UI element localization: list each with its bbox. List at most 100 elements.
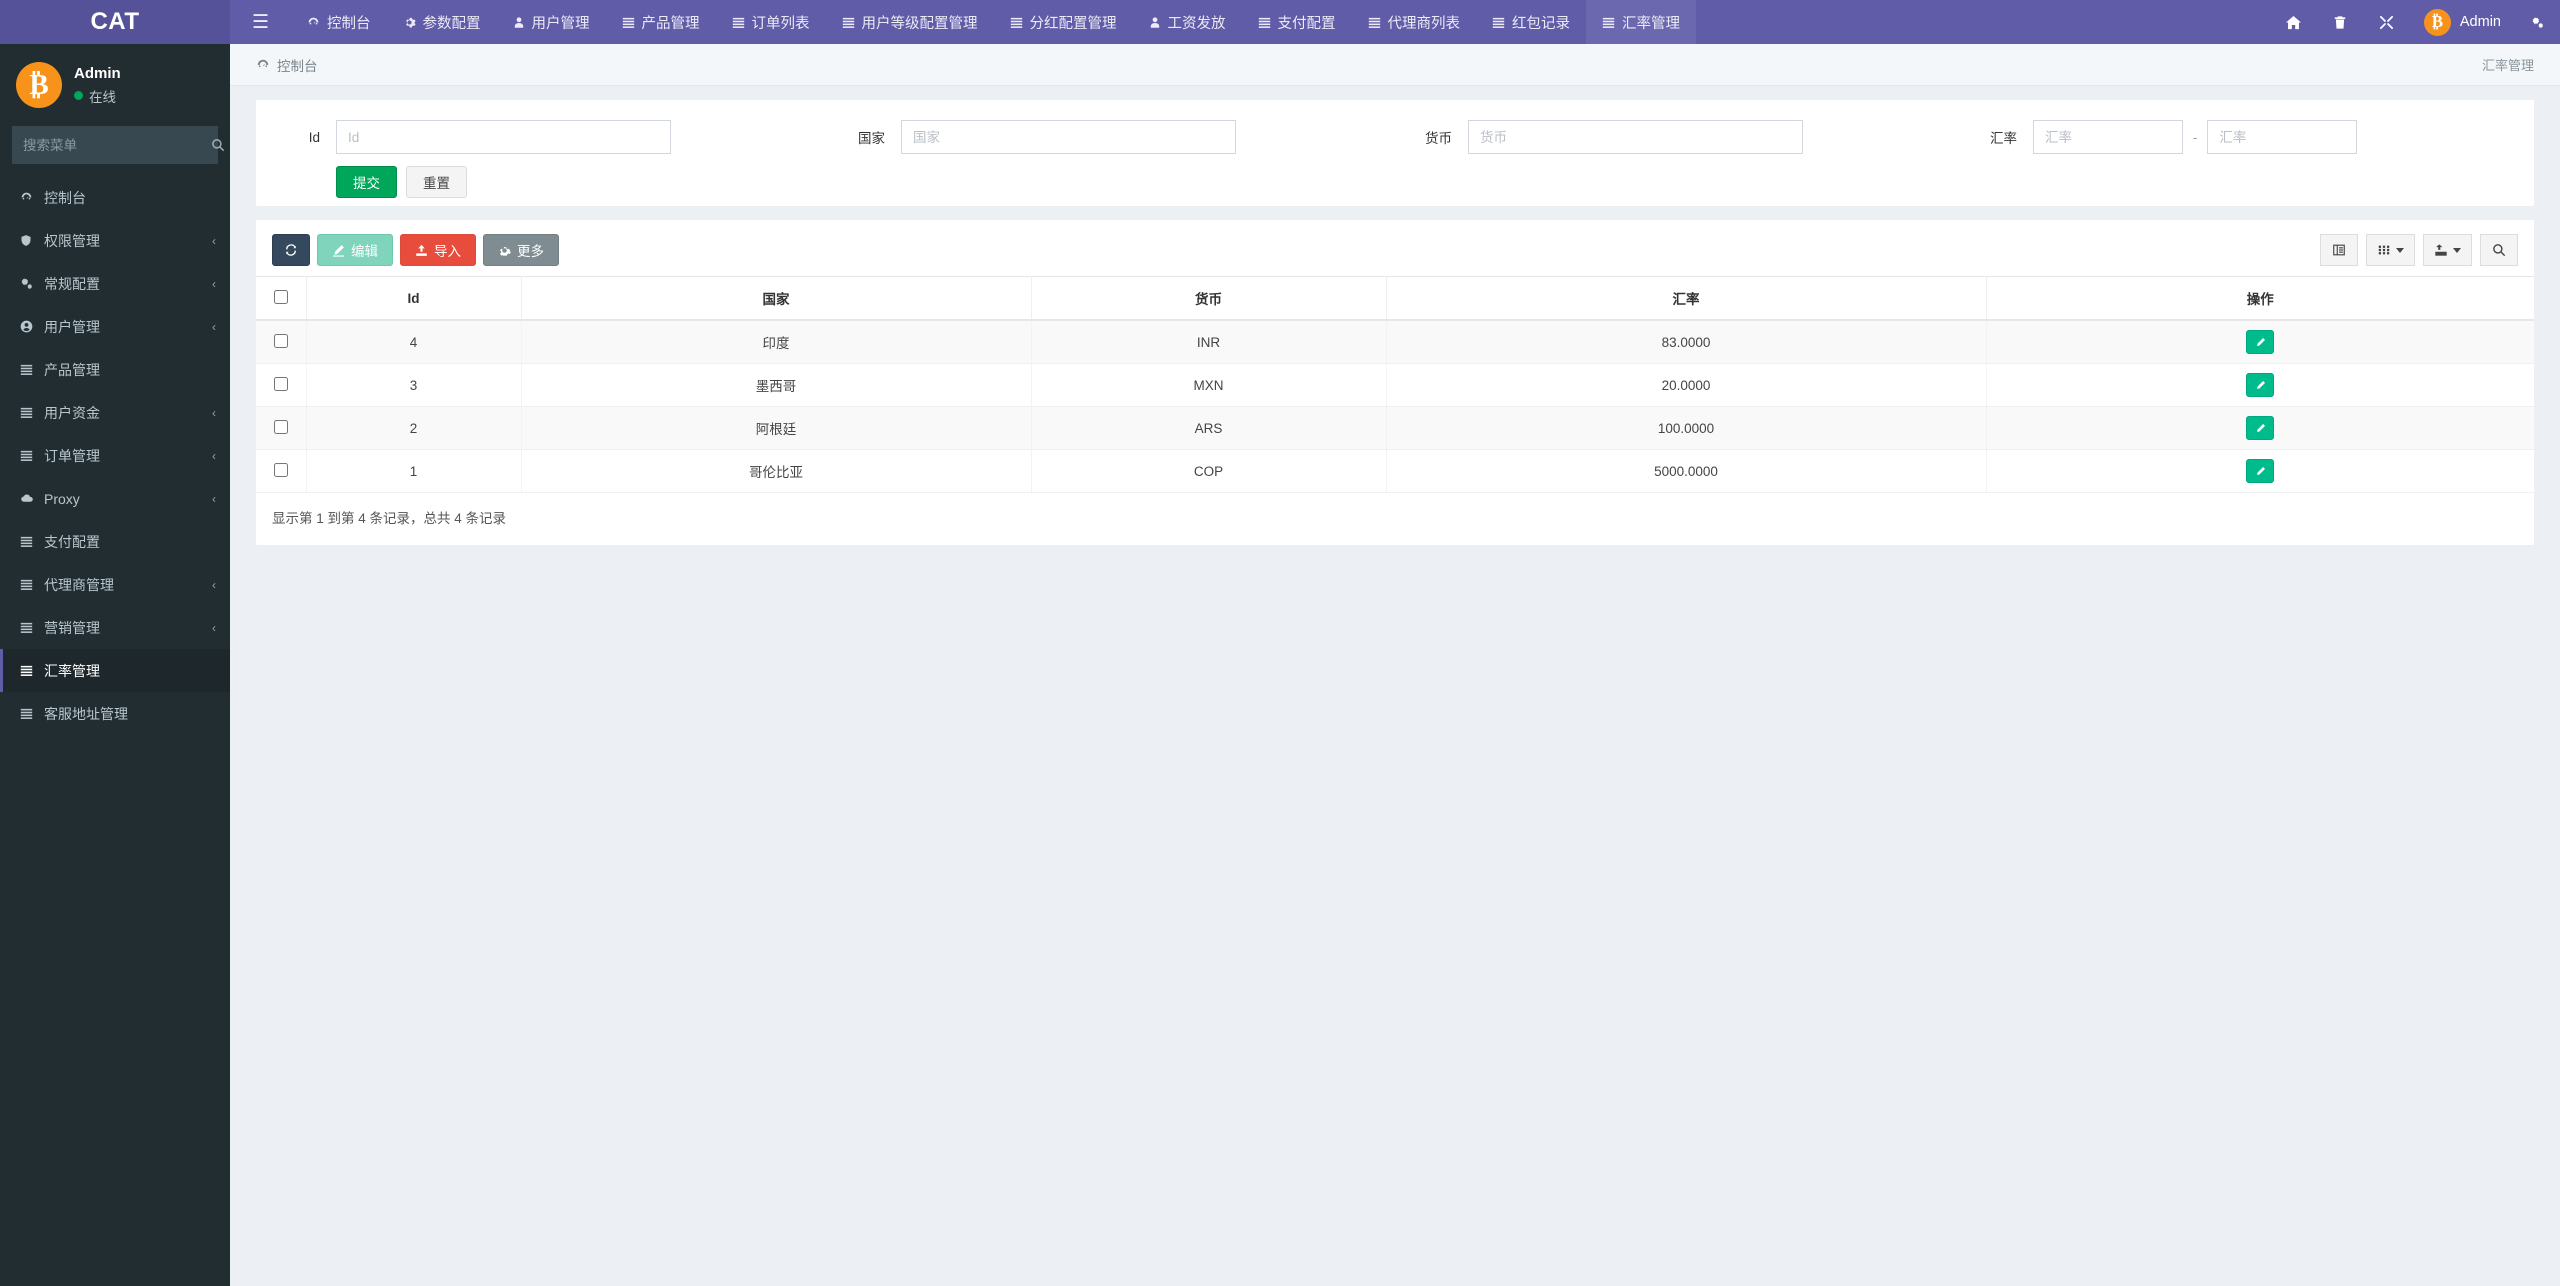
export-group bbox=[2423, 234, 2472, 266]
cell-currency: COP bbox=[1031, 449, 1387, 493]
row-checkbox[interactable] bbox=[273, 376, 288, 391]
table-row[interactable]: 1 哥伦比亚 COP 5000.0000 bbox=[256, 449, 2534, 493]
header-country[interactable]: 国家 bbox=[521, 276, 1032, 321]
sidebar-item-5[interactable]: 产品管理 bbox=[0, 348, 230, 391]
export-icon[interactable] bbox=[2423, 234, 2472, 266]
sidebar-item-11[interactable]: 营销管理 ‹ bbox=[0, 606, 230, 649]
table-header-row: Id 国家 货币 汇率 操作 bbox=[256, 276, 2534, 321]
top-nav-item-2[interactable]: 参数配置 bbox=[387, 0, 497, 44]
avatar: ₿ bbox=[16, 62, 62, 108]
topnav-fullscreen-button[interactable] bbox=[2363, 0, 2410, 44]
filter-currency-label: 货币 bbox=[1425, 131, 1452, 146]
header-currency[interactable]: 货币 bbox=[1031, 276, 1387, 321]
breadcrumb-label[interactable]: 控制台 bbox=[277, 55, 318, 75]
top-nav-item-label: 代理商列表 bbox=[1387, 15, 1461, 32]
list-icon bbox=[1492, 16, 1505, 29]
import-button[interactable]: 导入 bbox=[400, 234, 476, 266]
top-nav-item-label: 支付配置 bbox=[1277, 15, 1336, 32]
brand-logo[interactable]: CAT bbox=[0, 0, 230, 44]
search-input[interactable] bbox=[12, 137, 211, 153]
more-button[interactable]: 更多 bbox=[483, 234, 559, 266]
top-nav-item-5[interactable]: 订单列表 bbox=[716, 0, 826, 44]
more-button-label: 更多 bbox=[517, 244, 544, 259]
sidebar-item-7[interactable]: 订单管理 ‹ bbox=[0, 434, 230, 477]
top-nav-item-10[interactable]: 代理商列表 bbox=[1352, 0, 1477, 44]
top-nav-item-7[interactable]: 分红配置管理 bbox=[994, 0, 1133, 44]
top-nav-item-label: 红包记录 bbox=[1512, 15, 1571, 32]
filter-country-input[interactable] bbox=[901, 120, 1236, 154]
top-nav-item-8[interactable]: 工资发放 bbox=[1133, 0, 1242, 44]
top-nav-item-1[interactable]: 控制台 bbox=[291, 0, 387, 44]
row-checkbox[interactable] bbox=[273, 462, 288, 477]
row-edit-button[interactable] bbox=[2246, 459, 2275, 483]
chevron-left-icon: ‹ bbox=[212, 276, 216, 291]
top-navigation-bar: CAT ☰ 控制台 参数配置 用户管理 产品管理 订单列表 用户等级配置管理 分红配置管理 工… bbox=[0, 0, 2560, 44]
filter-panel: Id 国家 货币 汇率 - 提交 重置 bbox=[256, 100, 2534, 206]
sidebar-item-label: 常规配置 bbox=[44, 275, 100, 292]
header-id[interactable]: Id bbox=[306, 276, 522, 321]
shield-icon bbox=[20, 234, 44, 247]
topnav-user-menu[interactable]: ₿ Admin bbox=[2410, 0, 2515, 44]
topnav-settings-button[interactable] bbox=[2515, 0, 2560, 44]
gear-icon bbox=[403, 16, 416, 29]
table-row[interactable]: 2 阿根廷 ARS 100.0000 bbox=[256, 406, 2534, 450]
topnav-trash-button[interactable] bbox=[2317, 0, 2363, 44]
sidebar-item-8[interactable]: Proxy ‹ bbox=[0, 477, 230, 520]
top-nav-item-3[interactable]: 用户管理 bbox=[497, 0, 606, 44]
sidebar-item-3[interactable]: 常规配置 ‹ bbox=[0, 262, 230, 305]
chevron-left-icon: ‹ bbox=[212, 448, 216, 463]
sidebar-toggle-button[interactable]: ☰ bbox=[230, 0, 291, 44]
sidebar-item-12[interactable]: 汇率管理 bbox=[0, 649, 230, 692]
select-all-checkbox[interactable] bbox=[273, 289, 288, 304]
sidebar-item-1[interactable]: 控制台 bbox=[0, 176, 230, 219]
hamburger-icon: ☰ bbox=[252, 11, 270, 33]
cell-currency: ARS bbox=[1031, 406, 1387, 450]
filter-rate-max-input[interactable] bbox=[2207, 120, 2358, 154]
row-checkbox[interactable] bbox=[273, 333, 288, 348]
cell-action bbox=[1986, 320, 2534, 364]
cell-action bbox=[1986, 363, 2534, 407]
row-edit-button[interactable] bbox=[2246, 416, 2275, 440]
search-icon[interactable] bbox=[211, 126, 225, 164]
sidebar-item-2[interactable]: 权限管理 ‹ bbox=[0, 219, 230, 262]
exchange-rate-table: Id 国家 货币 汇率 操作 4 印度 INR 83.0000 3 墨西哥 MXN 20.0… bbox=[256, 276, 2534, 493]
filter-id-input[interactable] bbox=[336, 120, 671, 154]
refresh-button[interactable] bbox=[272, 234, 310, 266]
sidebar-search[interactable] bbox=[12, 126, 225, 164]
header-action: 操作 bbox=[1986, 276, 2534, 321]
sidebar-item-9[interactable]: 支付配置 bbox=[0, 520, 230, 563]
submit-button[interactable]: 提交 bbox=[336, 166, 397, 198]
columns-grid-icon[interactable] bbox=[2366, 234, 2415, 266]
sidebar-item-4[interactable]: 用户管理 ‹ bbox=[0, 305, 230, 348]
table-row[interactable]: 4 印度 INR 83.0000 bbox=[256, 320, 2534, 364]
table-row[interactable]: 3 墨西哥 MXN 20.0000 bbox=[256, 363, 2534, 407]
chevron-left-icon: ‹ bbox=[212, 577, 216, 592]
row-select-cell bbox=[256, 449, 307, 493]
header-rate[interactable]: 汇率 bbox=[1386, 276, 1987, 321]
top-nav-item-label: 分红配置管理 bbox=[1029, 15, 1117, 32]
table-view-icon[interactable] bbox=[2320, 234, 2358, 266]
top-nav-item-4[interactable]: 产品管理 bbox=[606, 0, 716, 44]
sidebar-item-label: 用户资金 bbox=[44, 404, 100, 421]
sidebar-item-6[interactable]: 用户资金 ‹ bbox=[0, 391, 230, 434]
top-nav-item-11[interactable]: 红包记录 bbox=[1476, 0, 1586, 44]
filter-currency-input[interactable] bbox=[1468, 120, 1803, 154]
sidebar-item-label: 用户管理 bbox=[44, 318, 100, 335]
row-checkbox[interactable] bbox=[273, 419, 288, 434]
sidebar-item-13[interactable]: 客服地址管理 bbox=[0, 692, 230, 735]
search-icon[interactable] bbox=[2480, 234, 2518, 266]
chevron-left-icon: ‹ bbox=[212, 405, 216, 420]
row-edit-button[interactable] bbox=[2246, 373, 2275, 397]
row-edit-button[interactable] bbox=[2246, 330, 2275, 354]
reset-button[interactable]: 重置 bbox=[406, 166, 467, 198]
top-nav-item-12[interactable]: 汇率管理 bbox=[1586, 0, 1697, 44]
top-nav-item-6[interactable]: 用户等级配置管理 bbox=[826, 0, 994, 44]
table-body: 4 印度 INR 83.0000 3 墨西哥 MXN 20.0000 2 阿根廷 ARS 100.… bbox=[256, 320, 2534, 493]
filter-rate-min-input[interactable] bbox=[2033, 120, 2183, 154]
columns-group bbox=[2366, 234, 2415, 266]
table-footer-info: 显示第 1 到第 4 条记录，总共 4 条记录 bbox=[272, 511, 507, 526]
top-nav-item-9[interactable]: 支付配置 bbox=[1242, 0, 1352, 44]
topnav-home-button[interactable] bbox=[2270, 0, 2317, 44]
edit-button[interactable]: 编辑 bbox=[317, 234, 393, 266]
sidebar-item-10[interactable]: 代理商管理 ‹ bbox=[0, 563, 230, 606]
